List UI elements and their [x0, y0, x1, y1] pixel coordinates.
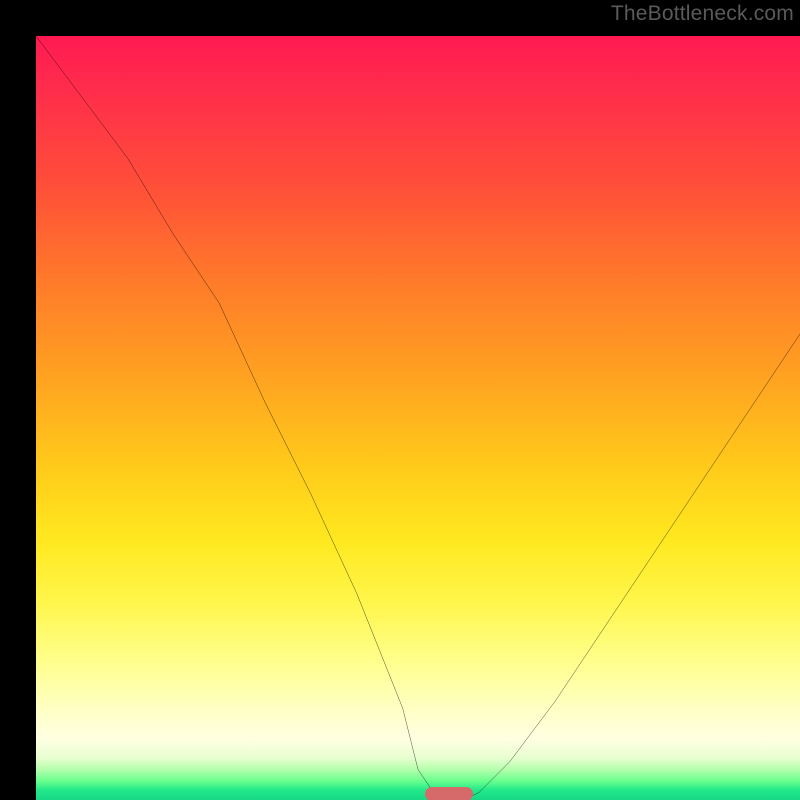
plot-area: [36, 36, 800, 800]
bottleneck-curve: [36, 36, 800, 800]
watermark-text: TheBottleneck.com: [611, 2, 794, 26]
optimal-marker: [425, 787, 473, 800]
chart-frame: [18, 18, 782, 782]
